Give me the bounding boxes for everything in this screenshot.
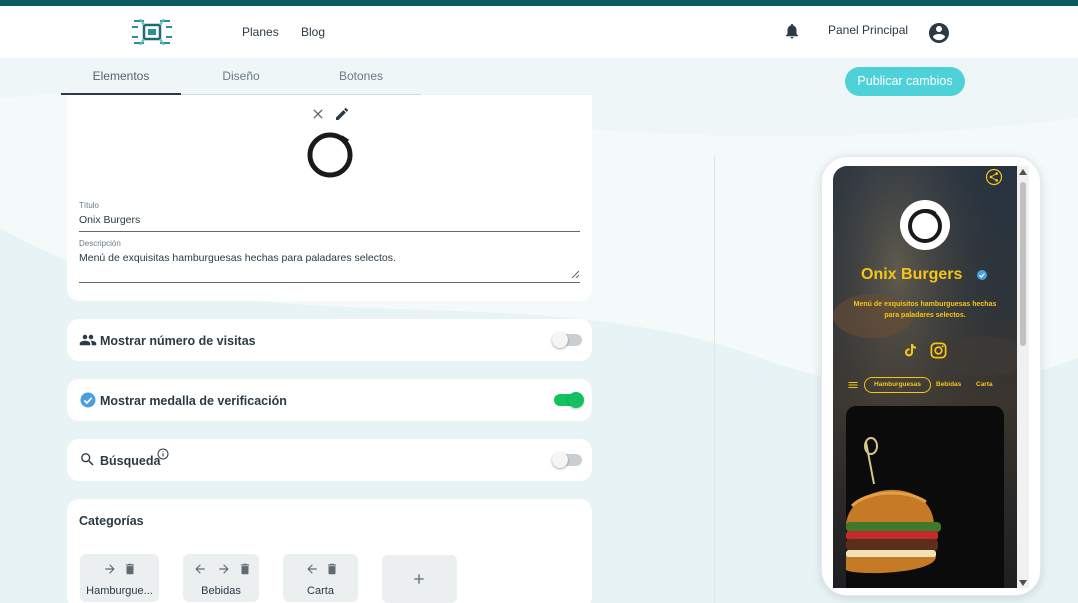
- profile-card: [67, 95, 592, 301]
- scroll-up-icon[interactable]: [1019, 169, 1027, 175]
- switch-knob: [552, 452, 568, 468]
- bell-icon[interactable]: [783, 22, 801, 40]
- trash-icon[interactable]: [238, 562, 252, 576]
- tab-diseno[interactable]: Diseño: [181, 58, 301, 95]
- arrow-right-icon[interactable]: [103, 562, 117, 576]
- scroll-down-icon[interactable]: [1019, 580, 1027, 586]
- trash-icon[interactable]: [123, 562, 137, 576]
- preview-name: Onix Burgers: [861, 266, 963, 283]
- instagram-icon[interactable]: [929, 341, 948, 360]
- search-toggle-switch[interactable]: [552, 452, 582, 468]
- panel-divider: [714, 155, 715, 603]
- phone-preview-screen: Onix Burgers Menú de exquisitos hamburgu…: [833, 166, 1017, 588]
- account-icon[interactable]: [927, 21, 951, 45]
- search-icon: [81, 453, 94, 466]
- title-field-label: Título: [79, 201, 100, 210]
- verified-badge-icon: [977, 270, 987, 280]
- add-category-button[interactable]: [382, 555, 457, 603]
- edit-pencil-icon[interactable]: [334, 106, 350, 122]
- arrow-right-icon[interactable]: [217, 562, 231, 576]
- preview-tab-bebidas[interactable]: Bebidas: [936, 377, 961, 393]
- category-chip-label: Hamburgue...: [86, 585, 153, 597]
- people-icon: [79, 334, 97, 346]
- visits-toggle-label: Mostrar número de visitas: [100, 334, 256, 348]
- close-icon[interactable]: [310, 106, 326, 122]
- switch-knob: [552, 332, 568, 348]
- categories-title: Categorías: [79, 514, 144, 528]
- site-header: Planes Blog Panel Principal: [0, 6, 1078, 58]
- plus-icon: [414, 574, 424, 584]
- nav-link-blog[interactable]: Blog: [301, 25, 325, 39]
- trash-icon[interactable]: [325, 562, 339, 576]
- search-toggle-label: Búsqueda: [100, 454, 161, 468]
- preview-tab-hamburguesas[interactable]: Hamburguesas: [864, 377, 931, 393]
- category-chip-label: Carta: [307, 585, 334, 597]
- logo-icon[interactable]: [130, 15, 174, 49]
- arrow-left-icon[interactable]: [193, 562, 207, 576]
- panel-principal-link[interactable]: Panel Principal: [828, 23, 908, 37]
- tab-elementos[interactable]: Elementos: [61, 58, 181, 95]
- category-chip-label: Bebidas: [201, 585, 241, 597]
- category-chip-bebidas[interactable]: Bebidas: [183, 554, 259, 602]
- burger-image: [846, 437, 941, 574]
- preview-avatar: [900, 200, 950, 250]
- share-icon[interactable]: [985, 168, 1003, 186]
- editor-tabs: Elementos Diseño Botones: [61, 58, 421, 95]
- switch-knob: [568, 392, 584, 408]
- resize-handle-icon[interactable]: [571, 270, 579, 278]
- verification-toggle-switch[interactable]: [554, 392, 584, 408]
- category-chip-carta[interactable]: Carta: [283, 554, 358, 602]
- category-chip-hamburguesas[interactable]: Hamburgue...: [80, 554, 159, 602]
- tab-botones[interactable]: Botones: [301, 58, 421, 95]
- preview-tab-carta[interactable]: Carta: [976, 377, 993, 393]
- preview-product-card[interactable]: [846, 406, 1004, 588]
- nav-link-planes[interactable]: Planes: [242, 25, 279, 39]
- title-field-underline: [79, 231, 580, 232]
- description-field-underline: [79, 282, 580, 283]
- menu-icon[interactable]: [847, 379, 859, 391]
- title-field[interactable]: Onix Burgers: [79, 214, 140, 226]
- preview-description: Menú de exquisitos hamburguesas hechas p…: [853, 301, 997, 319]
- description-field-label: Descripción: [79, 239, 121, 248]
- info-icon[interactable]: [157, 448, 169, 460]
- verified-badge-icon: [80, 392, 96, 408]
- description-field[interactable]: Menú de exquisitas hamburguesas hechas p…: [79, 252, 396, 264]
- verification-toggle-label: Mostrar medalla de verificación: [100, 394, 287, 408]
- arrow-left-icon[interactable]: [305, 562, 319, 576]
- tiktok-icon[interactable]: [902, 341, 918, 359]
- visits-toggle-switch[interactable]: [552, 332, 582, 348]
- preview-scroll-thumb[interactable]: [1020, 182, 1026, 346]
- publish-changes-button[interactable]: Publicar cambios: [845, 67, 965, 96]
- brand-logo-image: [307, 132, 353, 178]
